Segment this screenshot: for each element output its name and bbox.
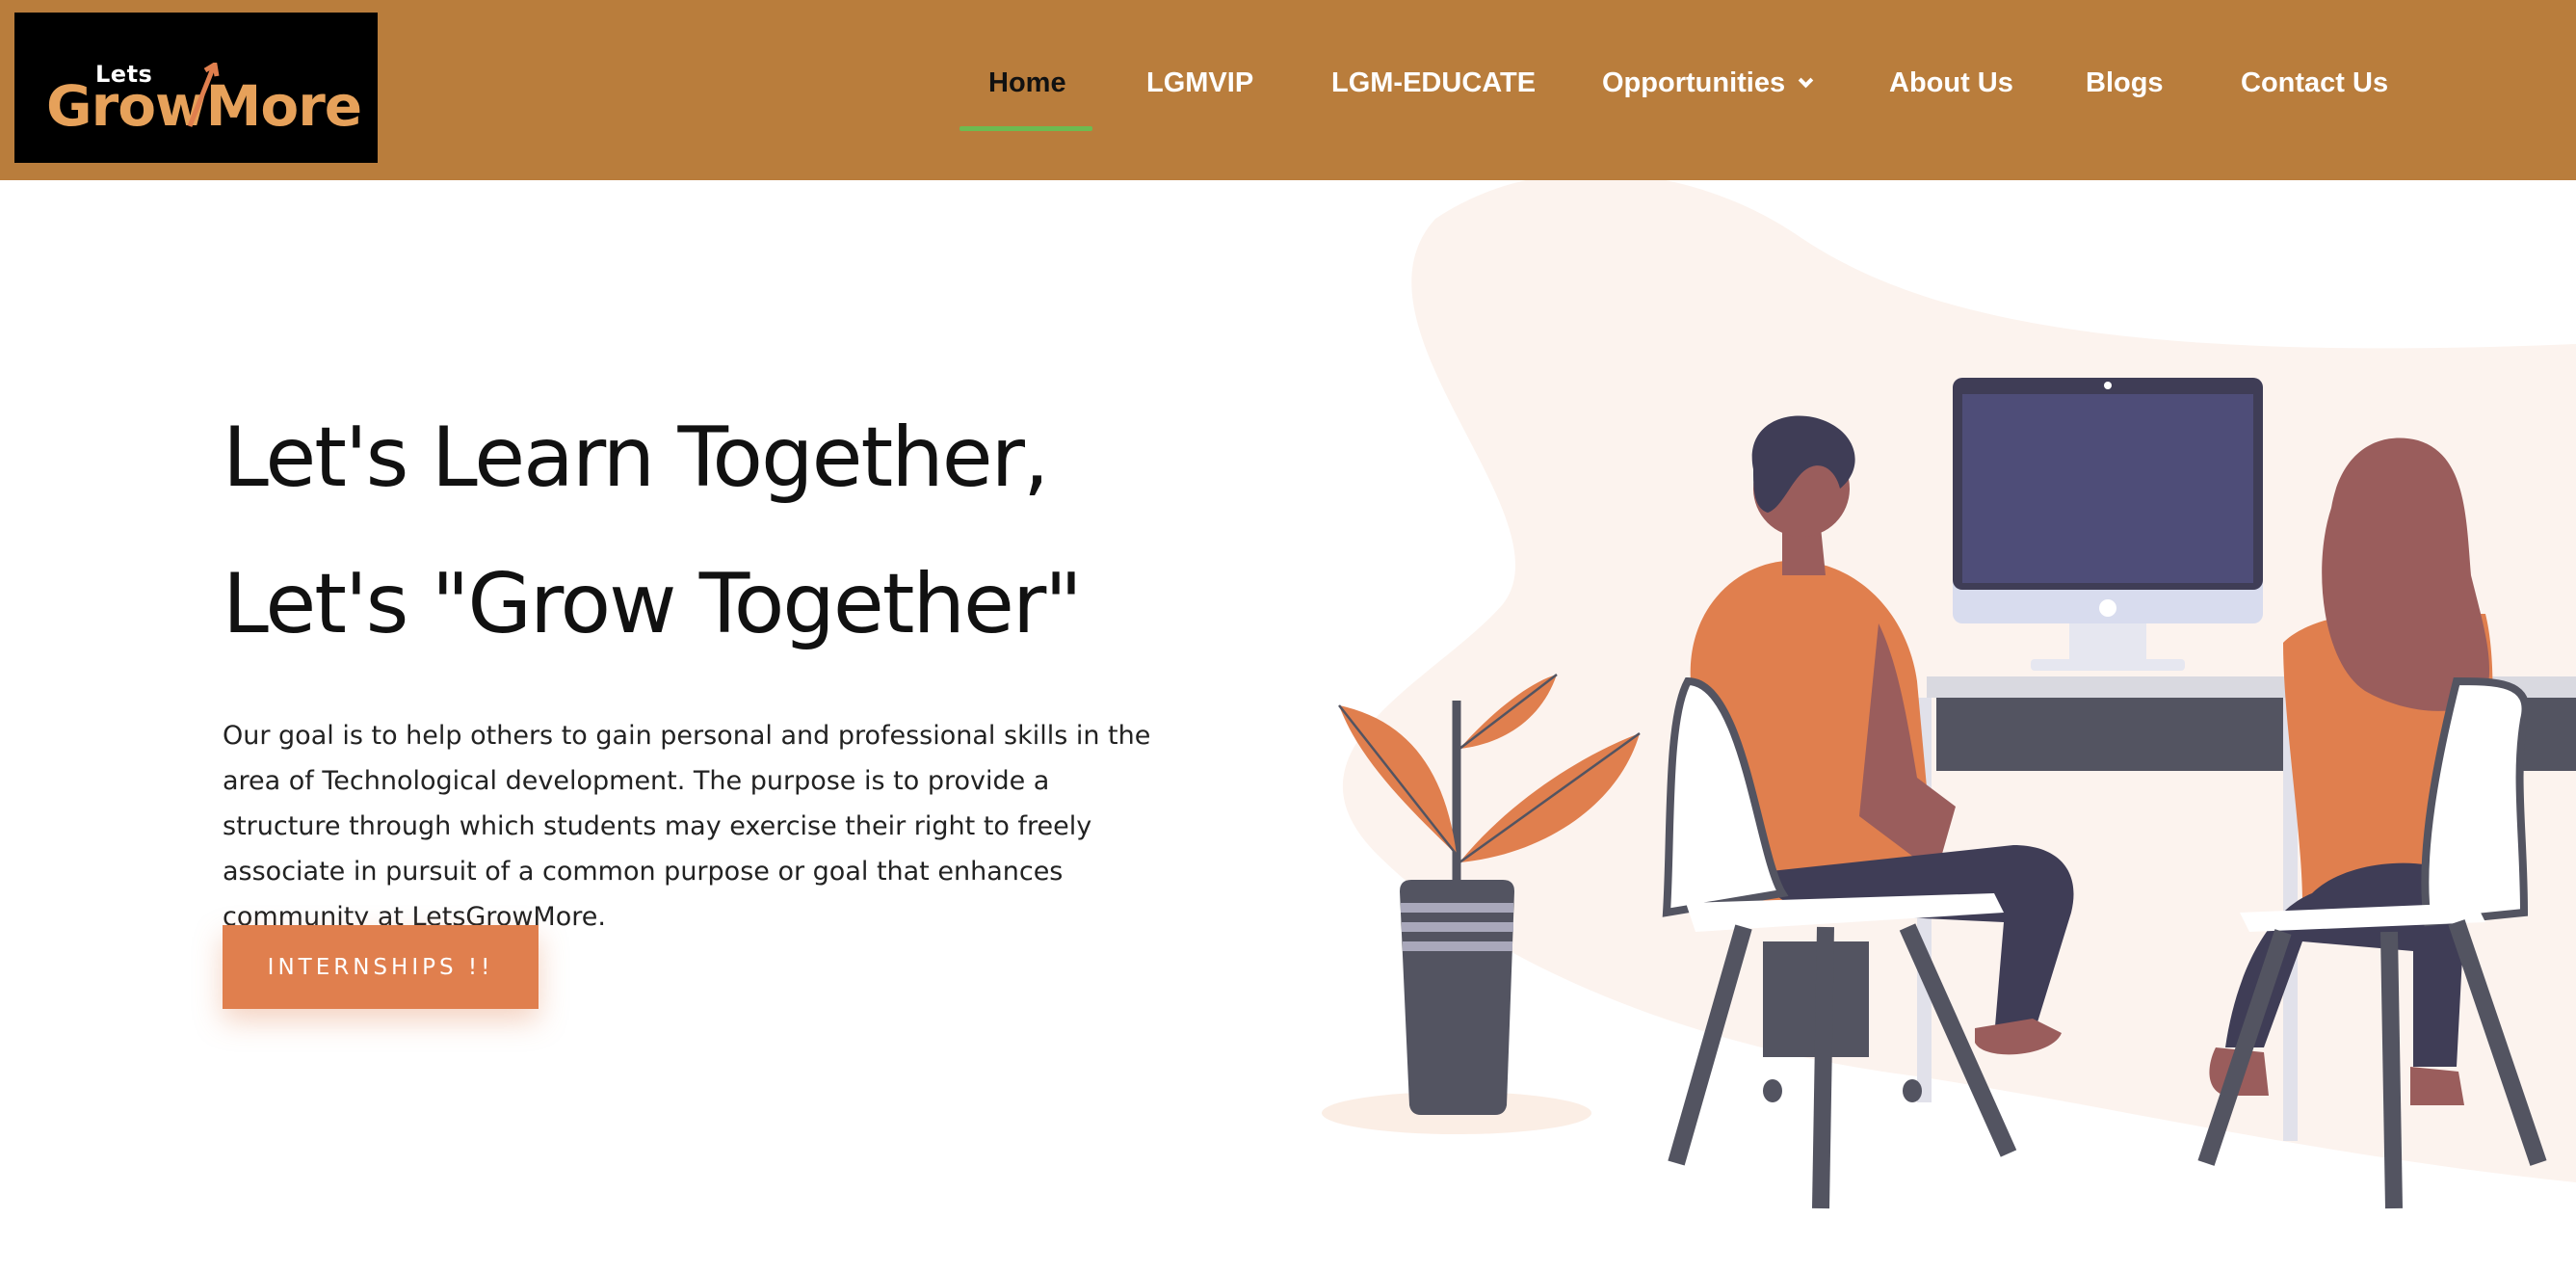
hero-description: Our goal is to help others to gain perso…: [223, 721, 1151, 932]
nav-item-blogs[interactable]: Blogs: [2086, 67, 2164, 99]
hero-title-line1: Let's Learn Together,: [223, 410, 1049, 506]
nav-item-about-us[interactable]: About Us: [1889, 67, 2013, 99]
hero-title-line2: Let's "Grow Together": [223, 556, 1083, 652]
nav-item-lgmvip[interactable]: LGMVIP: [1146, 67, 1253, 99]
hero-illustration: [1322, 180, 2576, 1209]
nav-item-opportunities-label: Opportunities: [1602, 67, 1786, 98]
nav-item-lgm-educate[interactable]: LGM-EDUCATE: [1331, 67, 1536, 99]
nav-item-home[interactable]: Home: [988, 67, 1066, 99]
chevron-down-icon: [1798, 72, 1814, 89]
site-header: Lets GrowMore Home LGMVIP LGM-EDUCATE Op…: [0, 0, 2576, 180]
internships-button[interactable]: INTERNSHIPS !!: [223, 925, 539, 1009]
nav-item-contact-us[interactable]: Contact Us: [2241, 67, 2388, 99]
nav-item-opportunities[interactable]: Opportunities: [1602, 67, 1814, 99]
active-nav-underline: [959, 126, 1092, 131]
main-nav: Home LGMVIP LGM-EDUCATE Opportunities Ab…: [0, 67, 2576, 110]
